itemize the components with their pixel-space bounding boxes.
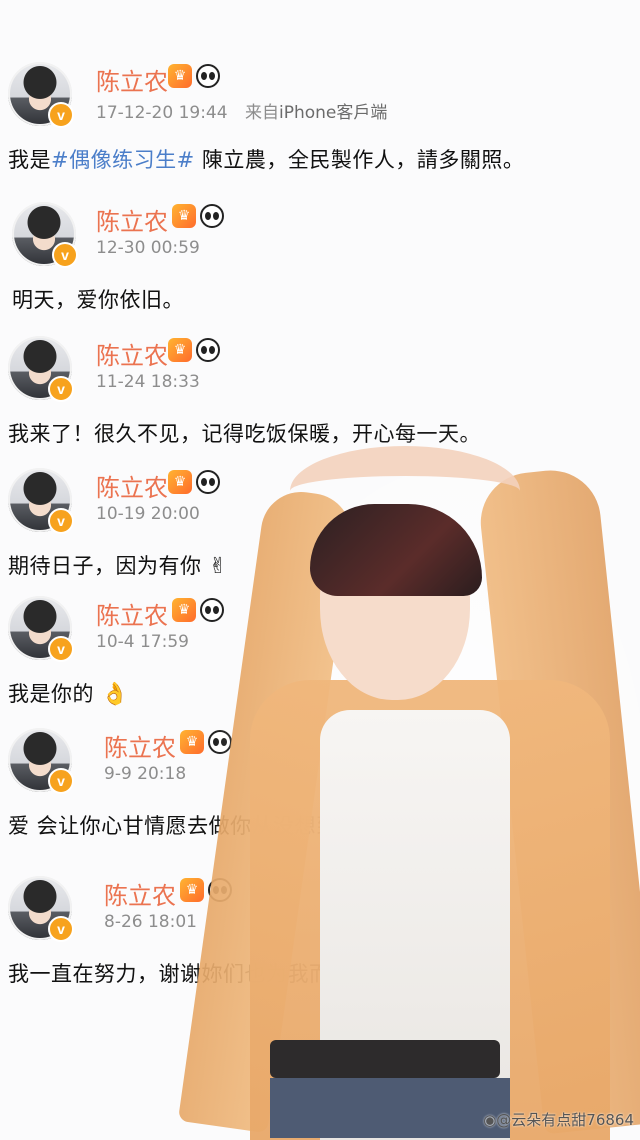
photo-arm-right — [475, 465, 640, 1135]
post-meta: 10-4 17:59 — [96, 632, 189, 652]
username[interactable]: 陈立农 — [96, 62, 168, 97]
hashtag-link[interactable]: #偶像练习生# — [51, 148, 195, 172]
photo-face — [320, 510, 470, 700]
verified-badge-icon: v — [48, 768, 74, 794]
verified-badge-icon: v — [48, 916, 74, 942]
verified-badge-icon: v — [52, 242, 78, 268]
panda-icon — [200, 598, 224, 622]
crown-icon: ♛ — [168, 64, 192, 88]
watermark: ◉@云朵有点甜76864 — [483, 1111, 634, 1129]
post-text: 我是你的 👌 — [8, 682, 130, 707]
panda-icon — [196, 64, 220, 88]
avatar[interactable]: v — [8, 468, 74, 534]
post-text: 爱 会让你心甘情愿去做你从没想到的事。 — [8, 814, 403, 838]
user-badges: ♛ — [180, 878, 232, 902]
photo-jacket — [250, 680, 610, 1140]
panda-icon — [208, 878, 232, 902]
crown-icon: ♛ — [172, 204, 196, 228]
post-meta: 9-9 20:18 — [104, 764, 186, 784]
verified-badge-icon: v — [48, 636, 74, 662]
crown-icon: ♛ — [168, 470, 192, 494]
username[interactable]: 陈立农 — [96, 336, 168, 371]
panda-icon — [200, 204, 224, 228]
photo-hair — [310, 504, 482, 596]
weibo-logo-icon: ◉ — [483, 1111, 497, 1129]
victory-hand-emoji-icon: ✌ — [208, 554, 228, 579]
post-text: 我来了！很久不见，记得吃饭保暖，开心每一天。 — [8, 422, 481, 446]
user-badges: ♛ — [180, 730, 232, 754]
crown-icon: ♛ — [168, 338, 192, 362]
post-meta: 17-12-20 19:44 来自iPhone客戶端 — [96, 98, 387, 123]
post-text: 我是#偶像练习生# 陳立農，全民製作人，請多關照。 — [8, 148, 525, 172]
user-badges: ♛ — [168, 64, 220, 88]
username[interactable]: 陈立农 — [104, 728, 176, 763]
user-badges: ♛ — [168, 470, 220, 494]
crown-icon: ♛ — [180, 730, 204, 754]
post-time: 10-19 20:00 — [96, 504, 200, 524]
username[interactable]: 陈立农 — [96, 468, 168, 503]
post-time: 9-9 20:18 — [104, 764, 187, 784]
post-text: 我一直在努力，谢谢妳们也为我而努力。 — [8, 962, 395, 986]
verified-badge-icon: v — [48, 376, 74, 402]
post-time: 12-30 00:59 — [96, 238, 200, 258]
post-text: 期待日子，因为有你 ✌ — [8, 554, 228, 579]
post-time: 10-4 17:59 — [96, 632, 189, 652]
post-time: 17-12-20 19:44 — [96, 103, 228, 123]
username[interactable]: 陈立农 — [104, 876, 176, 911]
verified-badge-icon: v — [48, 508, 74, 534]
panda-icon — [208, 730, 232, 754]
verified-badge-icon: v — [48, 102, 74, 128]
photo-glow — [210, 410, 640, 1138]
post-meta: 12-30 00:59 — [96, 238, 200, 258]
avatar[interactable]: v — [8, 336, 74, 402]
username[interactable]: 陈立农 — [96, 596, 168, 631]
post-time: 8-26 18:01 — [104, 912, 197, 932]
post-source: 来自iPhone客戶端 — [244, 103, 388, 123]
photo-heart-hands — [290, 446, 520, 536]
crown-icon: ♛ — [180, 878, 204, 902]
panda-icon — [196, 338, 220, 362]
post-meta: 8-26 18:01 — [104, 912, 197, 932]
ok-hand-emoji-icon: 👌 — [101, 682, 130, 707]
overlay-photo — [177, 410, 640, 1140]
photo-jeans — [270, 1078, 510, 1138]
user-badges: ♛ — [172, 598, 224, 622]
photo-belt — [270, 1040, 500, 1078]
photo-shirt — [320, 710, 510, 1140]
panda-icon — [196, 470, 220, 494]
avatar[interactable]: v — [8, 876, 74, 942]
avatar[interactable]: v — [8, 596, 74, 662]
user-badges: ♛ — [168, 338, 220, 362]
post-time: 11-24 18:33 — [96, 372, 200, 392]
post-meta: 10-19 20:00 — [96, 504, 200, 524]
post-meta: 11-24 18:33 — [96, 372, 200, 392]
avatar[interactable]: v — [8, 62, 74, 128]
username[interactable]: 陈立农 — [96, 202, 168, 237]
avatar[interactable]: v — [12, 202, 78, 268]
user-badges: ♛ — [172, 204, 224, 228]
avatar[interactable]: v — [8, 728, 74, 794]
crown-icon: ♛ — [172, 598, 196, 622]
post-text: 明天，爱你依旧。 — [12, 288, 184, 312]
